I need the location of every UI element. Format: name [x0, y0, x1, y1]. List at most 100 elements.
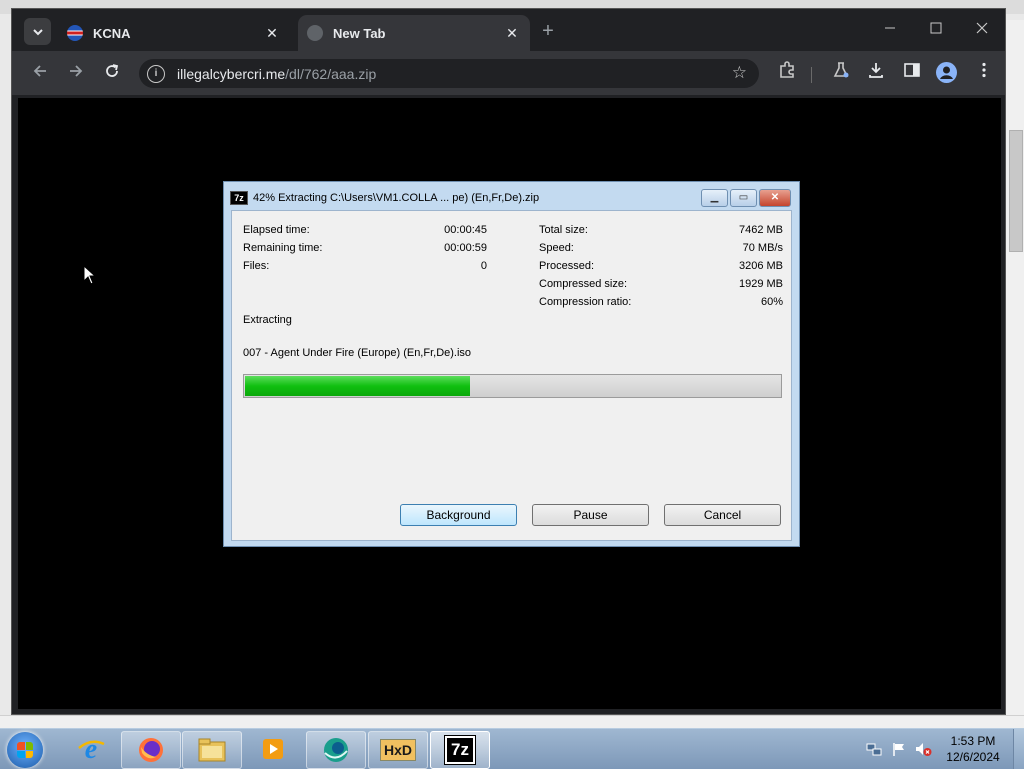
tab-label: KCNA — [93, 25, 131, 41]
scrollbar-thumb[interactable] — [1009, 130, 1023, 252]
stat-label: Speed: — [539, 242, 574, 254]
tab-search-button[interactable] — [24, 18, 51, 45]
progress-fill — [245, 376, 470, 396]
browser-toolbar: i illegalcybercri.me/dl/762/aaa.zip ☆ — [12, 51, 1005, 95]
extraction-dialog: 7z 42% Extracting C:\Users\VM1.COLLA ...… — [223, 181, 800, 547]
volume-muted-icon[interactable] — [914, 741, 932, 757]
stat-speed: Speed: 70 MB/s — [539, 242, 783, 256]
menu-kebab-icon[interactable] — [972, 61, 996, 85]
reload-icon[interactable] — [101, 63, 123, 85]
internet-explorer-icon: e — [78, 734, 105, 764]
stat-value: 1929 MB — [738, 278, 783, 290]
stat-value: 0 — [480, 260, 487, 272]
taskbar-7zip[interactable]: 7z — [430, 731, 490, 769]
chevron-down-icon — [32, 28, 43, 35]
stat-label: Total size: — [539, 224, 588, 236]
toolbar-separator — [811, 67, 812, 83]
maximize-icon[interactable] — [926, 21, 946, 37]
firefox-icon — [139, 738, 163, 762]
tab-close-icon[interactable]: ✕ — [502, 25, 522, 42]
stat-elapsed-time: Elapsed time: 00:00:45 — [243, 224, 487, 238]
address-bar[interactable]: i illegalcybercri.me/dl/762/aaa.zip ☆ — [139, 59, 759, 88]
stat-files: Files: 0 — [243, 260, 487, 274]
stat-label: Compressed size: — [539, 278, 628, 290]
close-icon[interactable] — [972, 21, 992, 37]
cancel-button[interactable]: Cancel — [664, 504, 781, 526]
dialog-window-controls: ▁ ▭ ✕ — [701, 189, 791, 207]
stat-value: 00:00:45 — [444, 224, 487, 236]
stat-compressed-size: Compressed size: 1929 MB — [539, 278, 783, 292]
hxd-icon: HxD — [379, 739, 416, 761]
operation-status: Extracting — [243, 314, 292, 326]
site-info-icon[interactable]: i — [147, 64, 165, 83]
url-path: /dl/762/aaa.zip — [285, 65, 377, 82]
background-window-bottom-bar — [0, 715, 1024, 728]
stat-value: 3206 MB — [738, 260, 783, 272]
show-desktop-button[interactable] — [1013, 729, 1024, 769]
dialog-title: 42% Extracting C:\Users\VM1.COLLA ... pe… — [253, 192, 540, 204]
stat-label: Compression ratio: — [539, 296, 632, 308]
url-text: illegalcybercri.me/dl/762/aaa.zip — [177, 66, 376, 82]
stat-value: 70 MB/s — [742, 242, 783, 254]
taskbar-firefox[interactable] — [121, 731, 181, 769]
7zip-taskbar-icon: 7z — [444, 735, 476, 765]
forward-arrow-icon[interactable] — [65, 63, 87, 85]
extensions-icon[interactable] — [775, 61, 799, 85]
back-arrow-icon[interactable] — [29, 63, 51, 85]
minimize-icon[interactable] — [880, 21, 900, 37]
folder-icon — [198, 738, 226, 762]
stat-label: Files: — [243, 260, 270, 272]
extraction-progress-bar — [243, 374, 782, 398]
globe-icon — [307, 25, 323, 41]
labs-flask-icon[interactable] — [829, 61, 853, 85]
url-host: illegalcybercri.me — [177, 65, 286, 82]
kcna-favicon-icon — [67, 25, 83, 41]
dialog-close-icon[interactable]: ✕ — [759, 189, 791, 207]
tab-label: New Tab — [333, 25, 386, 41]
media-player-icon — [263, 739, 283, 759]
browser-globe-icon — [324, 738, 348, 762]
stat-label: Remaining time: — [243, 242, 323, 254]
stat-value: 00:00:59 — [444, 242, 487, 254]
download-icon[interactable] — [864, 61, 888, 85]
dialog-minimize-icon[interactable]: ▁ — [701, 189, 728, 207]
system-clock[interactable]: 1:53 PM 12/6/2024 — [944, 733, 1002, 765]
current-file-name: 007 - Agent Under Fire (Europe) (En,Fr,D… — [243, 347, 472, 359]
taskbar-browser[interactable] — [306, 731, 366, 769]
tab-close-icon[interactable]: ✕ — [262, 25, 282, 42]
tab-new-tab[interactable]: New Tab ✕ — [298, 15, 530, 51]
pause-button[interactable]: Pause — [532, 504, 649, 526]
side-panel-icon[interactable] — [900, 61, 924, 85]
7zip-icon: 7z — [230, 191, 248, 205]
dialog-restore-icon[interactable]: ▭ — [730, 189, 757, 207]
windows-logo-icon — [17, 742, 33, 758]
stat-compression-ratio: Compression ratio: 60% — [539, 296, 783, 310]
taskbar-hxd[interactable]: HxD — [368, 731, 428, 769]
stat-processed: Processed: 3206 MB — [539, 260, 783, 274]
stat-value: 60% — [760, 296, 783, 308]
bookmark-star-icon[interactable]: ☆ — [732, 63, 747, 83]
taskbar-internet-explorer[interactable]: e — [62, 731, 120, 767]
stat-total-size: Total size: 7462 MB — [539, 224, 783, 238]
clock-time: 1:53 PM — [950, 734, 996, 748]
start-button[interactable] — [7, 732, 43, 768]
stat-remaining-time: Remaining time: 00:00:59 — [243, 242, 487, 256]
taskbar-media-player[interactable] — [244, 731, 302, 767]
stat-label: Processed: — [539, 260, 595, 272]
taskbar-windows-explorer[interactable] — [182, 731, 242, 769]
action-center-flag-icon[interactable] — [891, 741, 907, 757]
profile-avatar-icon[interactable] — [936, 62, 957, 83]
background-window-scrollbar[interactable] — [1005, 20, 1024, 720]
new-tab-button[interactable]: + — [538, 21, 558, 41]
dialog-body: Elapsed time: 00:00:45 Remaining time: 0… — [231, 210, 792, 541]
stat-label: Elapsed time: — [243, 224, 310, 236]
taskbar: e HxD 7z 1:53 PM 12/6/2024 — [0, 728, 1024, 769]
network-icon[interactable] — [866, 741, 882, 757]
tab-strip: KCNA ✕ New Tab ✕ + — [12, 9, 1005, 51]
svg-text:e: e — [85, 734, 97, 764]
background-button[interactable]: Background — [400, 504, 517, 526]
stat-value: 7462 MB — [738, 224, 783, 236]
tab-kcna[interactable]: KCNA ✕ — [58, 15, 290, 51]
mouse-cursor-icon — [83, 265, 97, 285]
clock-date: 12/6/2024 — [946, 750, 1000, 764]
